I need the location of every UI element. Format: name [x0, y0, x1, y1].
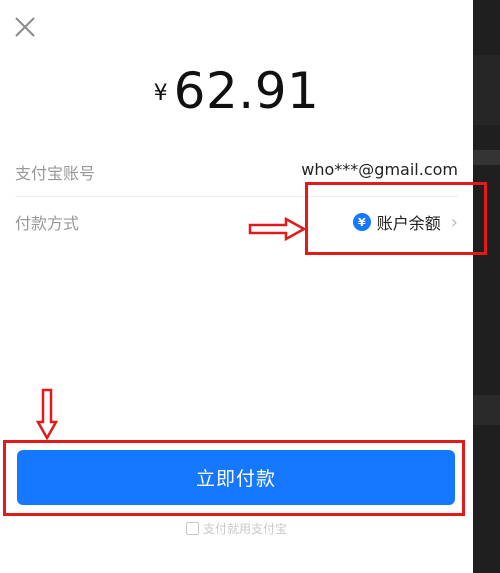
account-label: 支付宝账号 [15, 164, 96, 183]
amount-value: 62.91 [173, 62, 320, 120]
background-overlay [473, 0, 500, 573]
highlight-box-pay-button [3, 440, 465, 516]
alipay-logo-icon [185, 522, 199, 535]
currency-symbol: ¥ [153, 81, 168, 106]
highlight-box-payment-method [305, 182, 487, 255]
payment-amount: ¥62.91 [0, 62, 473, 120]
arrow-right-icon [248, 216, 307, 245]
account-value: who***@gmail.com [301, 160, 458, 179]
arrow-down-icon [35, 388, 59, 444]
footer-text: 支付就用支付宝 [202, 522, 287, 536]
payment-method-label: 付款方式 [15, 214, 80, 233]
close-icon[interactable] [12, 14, 38, 40]
footer-slogan: 支付就用支付宝 [0, 520, 473, 537]
